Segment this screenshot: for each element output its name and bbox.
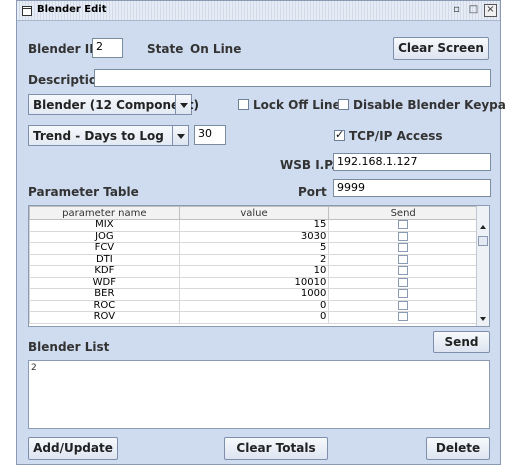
clear-totals-button[interactable]: Clear Totals bbox=[224, 437, 328, 460]
table-row[interactable]: WDF 10010 bbox=[29, 276, 478, 289]
title-bar[interactable]: Blender Edit ▫ □ × bbox=[17, 1, 500, 21]
disable-keypad-checkbox[interactable] bbox=[338, 99, 349, 110]
column-header-send[interactable]: Send bbox=[328, 206, 478, 220]
clear-screen-button[interactable]: Clear Screen bbox=[393, 37, 489, 60]
blender-type-dropdown[interactable]: Blender (12 Component) bbox=[28, 94, 199, 115]
port-input[interactable]: 9999 bbox=[333, 179, 491, 197]
state-label: State bbox=[147, 42, 184, 56]
scroll-down-icon[interactable] bbox=[477, 313, 489, 325]
parameter-value-cell[interactable]: 0 bbox=[178, 311, 330, 324]
parameter-name-cell: BER bbox=[29, 288, 180, 301]
blender-edit-window: Blender Edit ▫ □ × Blender ID 2 State On… bbox=[16, 0, 506, 465]
tcpip-label: TCP/IP Access bbox=[349, 129, 443, 143]
parameter-value-cell[interactable]: 5 bbox=[178, 242, 330, 255]
parameter-name-cell: WDF bbox=[29, 276, 180, 289]
trend-dropdown[interactable]: Trend - Days to Log bbox=[28, 125, 189, 146]
disable-keypad-label: Disable Blender Keypad bbox=[353, 98, 506, 112]
send-checkbox[interactable] bbox=[398, 231, 409, 241]
table-row[interactable]: JOG 3030 bbox=[29, 230, 478, 243]
send-checkbox[interactable] bbox=[398, 266, 409, 275]
send-checkbox[interactable] bbox=[398, 277, 409, 287]
send-button[interactable]: Send bbox=[433, 331, 490, 353]
send-checkbox[interactable] bbox=[398, 300, 409, 310]
parameter-name-cell: KDF bbox=[29, 265, 180, 278]
column-header-parameter-name[interactable]: parameter name bbox=[29, 206, 180, 220]
blender-list-title: Blender List bbox=[28, 340, 110, 354]
parameter-value-cell[interactable]: 10010 bbox=[178, 276, 330, 289]
blender-list[interactable]: 2 bbox=[28, 360, 490, 429]
table-row[interactable]: BER 1000 bbox=[29, 288, 478, 301]
tcpip-checkbox[interactable] bbox=[334, 128, 345, 141]
parameter-name-cell: FCV bbox=[29, 242, 180, 255]
parameter-name-cell: ROV bbox=[29, 311, 180, 324]
state-value: On Line bbox=[190, 42, 242, 56]
maximize-icon[interactable]: □ bbox=[467, 4, 480, 17]
send-checkbox[interactable] bbox=[398, 289, 409, 298]
description-input[interactable] bbox=[94, 69, 491, 87]
parameter-value-cell[interactable]: 15 bbox=[178, 219, 330, 232]
blender-id-label: Blender ID bbox=[28, 42, 100, 56]
table-row[interactable]: MIX 15 bbox=[29, 219, 478, 232]
parameter-value-cell[interactable]: 0 bbox=[178, 299, 330, 312]
list-item[interactable]: 2 bbox=[31, 363, 37, 373]
parameter-value-cell[interactable]: 3030 bbox=[178, 230, 330, 243]
parameter-table-title: Parameter Table bbox=[28, 185, 139, 199]
window-title: Blender Edit bbox=[37, 4, 107, 15]
port-label: Port bbox=[298, 185, 327, 199]
lock-off-line-checkbox[interactable] bbox=[238, 99, 249, 110]
parameter-value-cell[interactable]: 1000 bbox=[178, 288, 330, 301]
parameter-name-cell: DTI bbox=[29, 253, 180, 266]
send-checkbox[interactable] bbox=[398, 243, 409, 252]
delete-button[interactable]: Delete bbox=[426, 437, 490, 460]
scroll-up-icon[interactable] bbox=[477, 221, 489, 233]
send-checkbox[interactable] bbox=[398, 220, 409, 229]
parameter-value-cell[interactable]: 2 bbox=[178, 253, 330, 266]
send-checkbox[interactable] bbox=[398, 312, 409, 321]
parameter-name-cell: ROC bbox=[29, 299, 180, 312]
trend-days-input[interactable]: 30 bbox=[194, 125, 226, 145]
minimize-icon[interactable]: ▫ bbox=[450, 4, 463, 17]
scroll-thumb[interactable] bbox=[478, 236, 488, 246]
parameter-table: parameter name value Send MIX 15 JOG 3030 … bbox=[28, 205, 490, 327]
wsb-ip-label: WSB I.P. bbox=[280, 158, 336, 172]
parameter-value-cell[interactable]: 10 bbox=[178, 265, 330, 278]
trend-selected: Trend - Days to Log bbox=[33, 129, 164, 143]
table-row[interactable]: FCV 5 bbox=[29, 242, 478, 255]
table-row[interactable]: DTI 2 bbox=[29, 253, 478, 266]
send-checkbox[interactable] bbox=[398, 254, 409, 264]
blender-id-input[interactable]: 2 bbox=[92, 38, 123, 58]
column-header-value[interactable]: value bbox=[178, 206, 330, 220]
table-row[interactable]: ROC 0 bbox=[29, 299, 478, 312]
window-icon bbox=[22, 6, 32, 16]
table-row[interactable]: ROV 0 bbox=[29, 311, 478, 324]
table-scrollbar[interactable] bbox=[476, 206, 489, 326]
parameter-name-cell: JOG bbox=[29, 230, 180, 243]
chevron-down-icon[interactable] bbox=[175, 95, 191, 114]
table-row[interactable]: KDF 10 bbox=[29, 265, 478, 278]
parameter-name-cell: MIX bbox=[29, 219, 180, 232]
lock-off-line-label: Lock Off Line bbox=[253, 98, 341, 112]
chevron-down-icon[interactable] bbox=[172, 126, 188, 145]
close-icon[interactable]: × bbox=[484, 4, 497, 17]
wsb-ip-input[interactable]: 192.168.1.127 bbox=[333, 153, 491, 171]
add-update-button[interactable]: Add/Update bbox=[28, 437, 118, 460]
